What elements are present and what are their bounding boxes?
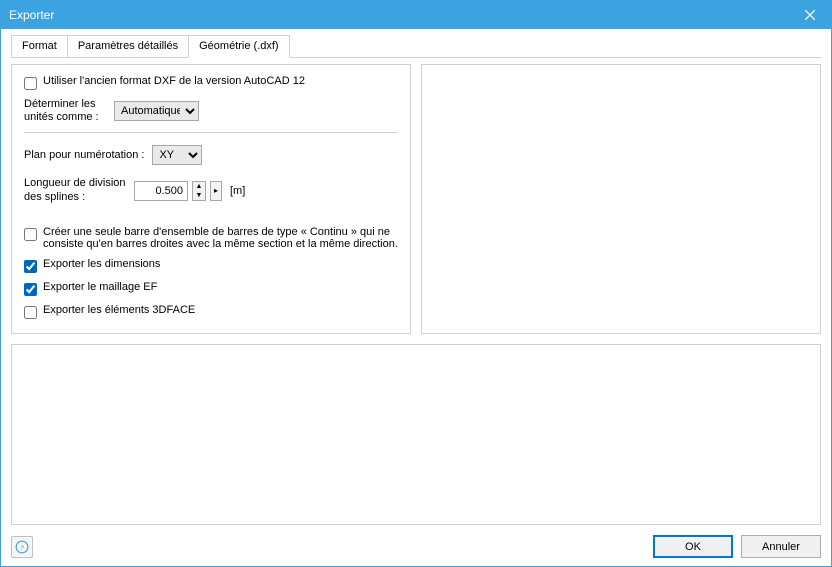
svg-text:?: ? [20, 544, 24, 551]
bottom-panel [11, 344, 821, 525]
checkbox-export-dimensions-label: Exporter les dimensions [43, 258, 160, 270]
close-icon [805, 10, 815, 20]
window-title: Exporter [9, 8, 789, 22]
spline-step-button[interactable]: ▸ [210, 181, 222, 201]
tab-detailed-params[interactable]: Paramètres détaillés [67, 35, 189, 58]
ok-button[interactable]: OK [653, 535, 733, 558]
spline-spin-buttons: ▲ ▼ [192, 181, 206, 201]
checkbox-export-3dface[interactable]: Exporter les éléments 3DFACE [24, 304, 398, 319]
checkbox-export-mesh[interactable]: Exporter le maillage EF [24, 281, 398, 296]
units-label: Déterminer les unités comme : [24, 98, 114, 124]
dialog-body: Format Paramètres détaillés Géométrie (.… [1, 29, 831, 566]
spline-spinner: ▲ ▼ ▸ [m] [134, 181, 245, 201]
close-button[interactable] [789, 1, 831, 29]
titlebar: Exporter [1, 1, 831, 29]
checkbox-single-bar-input[interactable] [24, 228, 37, 241]
plane-label: Plan pour numérotation : [24, 149, 144, 161]
checkbox-single-bar[interactable]: Créer une seule barre d'ensemble de barr… [24, 226, 398, 250]
dialog-window: Exporter Format Paramètres détaillés Géo… [0, 0, 832, 567]
units-row: Déterminer les unités comme : Automatiqu… [24, 98, 398, 124]
options-panel: Utiliser l'ancien format DXF de la versi… [11, 64, 411, 334]
plane-select[interactable]: XY [152, 145, 202, 165]
checkbox-old-dxf[interactable]: Utiliser l'ancien format DXF de la versi… [24, 75, 398, 90]
checkbox-export-3dface-label: Exporter les éléments 3DFACE [43, 304, 195, 316]
spline-spin-down[interactable]: ▼ [193, 191, 205, 200]
checkbox-old-dxf-input[interactable] [24, 77, 37, 90]
tab-format[interactable]: Format [11, 35, 68, 58]
spline-row: Longueur de division des splines : ▲ ▼ ▸… [24, 177, 398, 203]
spline-input[interactable] [134, 181, 188, 201]
checkbox-single-bar-label: Créer une seule barre d'ensemble de barr… [43, 226, 398, 250]
tab-bar: Format Paramètres détaillés Géométrie (.… [11, 35, 821, 58]
checkbox-export-3dface-input[interactable] [24, 306, 37, 319]
cancel-button[interactable]: Annuler [741, 535, 821, 558]
help-button[interactable]: ? [11, 536, 33, 558]
spline-unit-label: [m] [230, 185, 245, 197]
checkbox-export-dimensions-input[interactable] [24, 260, 37, 273]
spline-spin-up[interactable]: ▲ [193, 182, 205, 191]
checkbox-export-dimensions[interactable]: Exporter les dimensions [24, 258, 398, 273]
preview-panel [421, 64, 821, 334]
checkbox-export-mesh-input[interactable] [24, 283, 37, 296]
units-select[interactable]: Automatique [114, 101, 199, 121]
checkbox-old-dxf-label: Utiliser l'ancien format DXF de la versi… [43, 75, 305, 87]
plane-row: Plan pour numérotation : XY [24, 145, 398, 165]
footer: ? OK Annuler [11, 525, 821, 558]
content-row: Utiliser l'ancien format DXF de la versi… [11, 57, 821, 334]
spline-label: Longueur de division des splines : [24, 177, 134, 203]
tab-geometry[interactable]: Géométrie (.dxf) [188, 35, 289, 58]
checkbox-export-mesh-label: Exporter le maillage EF [43, 281, 157, 293]
divider [24, 132, 398, 133]
help-icon: ? [15, 540, 29, 554]
